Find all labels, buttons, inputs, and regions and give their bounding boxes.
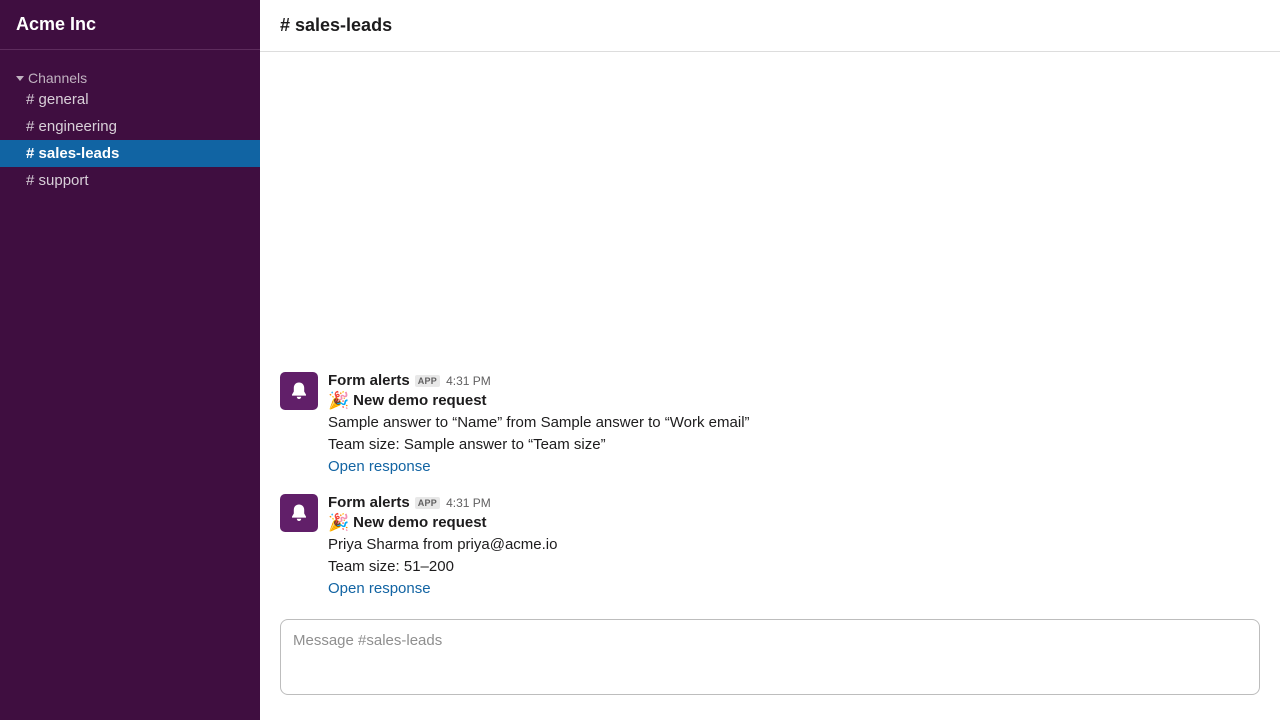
message-title-text: New demo request [353, 392, 487, 409]
app-window: Acme Inc Channels # general # engineerin… [0, 0, 1280, 720]
workspace-name[interactable]: Acme Inc [0, 0, 260, 50]
app-badge: APP [414, 375, 441, 387]
sender-name[interactable]: Form alerts [328, 494, 410, 512]
avatar[interactable] [280, 372, 318, 410]
message-title-text: New demo request [353, 514, 487, 531]
sidebar-item-general[interactable]: # general [0, 86, 260, 113]
message-header: Form alerts APP 4:31 PM [328, 494, 557, 512]
message-line: Team size: Sample answer to “Team size” [328, 436, 606, 453]
party-popper-icon: 🎉 [328, 513, 350, 532]
message-header: Form alerts APP 4:31 PM [328, 372, 750, 390]
channel-list: # general # engineering # sales-leads # … [0, 86, 260, 194]
message-item: Form alerts APP 4:31 PM 🎉 New demo reque… [280, 372, 750, 478]
open-response-link[interactable]: Open response [328, 456, 750, 478]
message-list: Form alerts APP 4:31 PM 🎉 New demo reque… [260, 52, 1280, 619]
message-line: Team size: 51–200 [328, 558, 454, 575]
app-badge: APP [414, 497, 441, 509]
bell-icon [292, 382, 306, 399]
message-input[interactable] [280, 619, 1260, 695]
message-body: Form alerts APP 4:31 PM 🎉 New demo reque… [328, 494, 557, 600]
caret-down-icon[interactable] [16, 75, 24, 81]
message-body: Form alerts APP 4:31 PM 🎉 New demo reque… [328, 372, 750, 478]
sidebar-item-support[interactable]: # support [0, 167, 260, 194]
sidebar: Acme Inc Channels # general # engineerin… [0, 0, 260, 720]
channels-section-header[interactable]: Channels [0, 69, 260, 86]
main-pane: # sales-leads Form alerts APP 4:31 PM 🎉 … [260, 0, 1280, 720]
timestamp[interactable]: 4:31 PM [446, 372, 491, 390]
message-line: Sample answer to “Name” from Sample answ… [328, 414, 750, 431]
party-popper-icon: 🎉 [328, 391, 350, 410]
timestamp[interactable]: 4:31 PM [446, 494, 491, 512]
channels-section-label: Channels [28, 69, 88, 86]
message-item: Form alerts APP 4:31 PM 🎉 New demo reque… [280, 494, 557, 600]
sidebar-item-sales-leads[interactable]: # sales-leads [0, 140, 260, 167]
bell-icon [292, 504, 306, 521]
message-line: Priya Sharma from priya@acme.io [328, 536, 558, 553]
sender-name[interactable]: Form alerts [328, 372, 410, 390]
message-title: 🎉 New demo request [328, 512, 557, 534]
channel-title[interactable]: # sales-leads [260, 0, 1280, 52]
avatar[interactable] [280, 494, 318, 532]
message-title: 🎉 New demo request [328, 390, 750, 412]
open-response-link[interactable]: Open response [328, 578, 557, 600]
composer-container [260, 619, 1280, 720]
sidebar-item-engineering[interactable]: # engineering [0, 113, 260, 140]
